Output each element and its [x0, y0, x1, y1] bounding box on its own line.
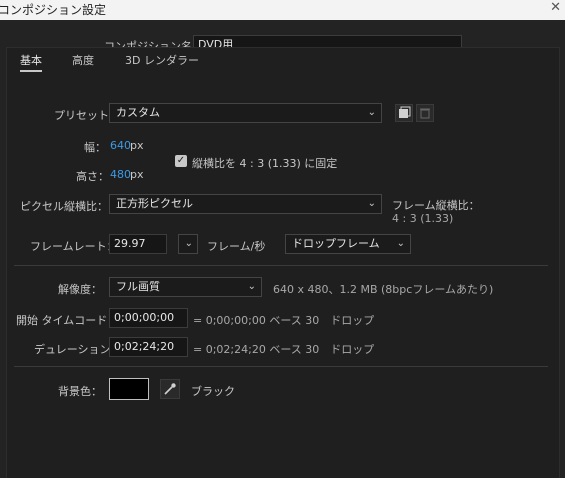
drop-frame-value: ドロップフレーム — [292, 237, 380, 250]
tab-basic[interactable]: 基本 — [20, 52, 42, 72]
frame-aspect-label: フレーム縦横比： — [392, 199, 480, 212]
duration-input[interactable]: 0;02;24;20 — [109, 337, 188, 357]
eyedropper-button[interactable] — [160, 379, 180, 399]
background-color-swatch[interactable] — [109, 378, 149, 400]
save-preset-button[interactable] — [395, 104, 413, 122]
tab-3d-renderer[interactable]: 3D レンダラー — [125, 52, 199, 68]
height-label: 高さ： — [76, 170, 109, 183]
start-timecode-label: 開始 タイムコード： — [16, 314, 119, 327]
trash-icon — [420, 108, 430, 119]
aspect-lock-label: 縦横比を 4 : 3 (1.33) に固定 — [192, 157, 338, 170]
chevron-down-icon: ⌄ — [367, 198, 376, 209]
eyedropper-icon — [164, 383, 176, 395]
pixel-aspect-label: ピクセル縦横比： — [20, 200, 108, 213]
start-timecode-equiv: = 0;00;00;00 ベース 30 ドロップ — [193, 314, 375, 327]
close-icon[interactable]: ✕ — [550, 0, 561, 15]
resolution-value: フル画質 — [116, 280, 160, 293]
drop-frame-dropdown[interactable]: ドロップフレーム ⌄ — [285, 234, 411, 254]
aspect-lock-checkbox[interactable]: ✓ — [175, 155, 187, 167]
pixel-aspect-value: 正方形ピクセル — [116, 197, 193, 210]
frame-rate-presets-dropdown[interactable]: ⌄ — [178, 234, 198, 254]
chevron-down-icon: ⌄ — [247, 281, 256, 292]
width-unit: px — [130, 139, 144, 152]
resolution-dropdown[interactable]: フル画質 ⌄ — [109, 277, 262, 297]
pixel-aspect-dropdown[interactable]: 正方形ピクセル ⌄ — [109, 194, 382, 214]
divider — [14, 366, 548, 367]
chevron-down-icon: ⌄ — [184, 238, 193, 249]
resolution-info: 640 x 480、1.2 MB (8bpcフレームあたり) — [273, 283, 494, 296]
preset-dropdown[interactable]: カスタム ⌄ — [109, 103, 382, 123]
background-color-label: 背景色： — [58, 385, 102, 398]
title-bar: コンポジション設定 ✕ — [0, 0, 565, 20]
frame-rate-input[interactable]: 29.97 — [109, 234, 167, 254]
height-unit: px — [130, 168, 144, 181]
start-timecode-input[interactable]: 0;00;00;00 — [109, 308, 188, 328]
width-label: 幅： — [84, 141, 106, 154]
tab-advanced[interactable]: 高度 — [72, 52, 94, 68]
window-title: コンポジション設定 — [0, 3, 107, 17]
resolution-label: 解像度： — [58, 283, 102, 296]
chevron-down-icon: ⌄ — [396, 238, 405, 249]
duration-equiv: = 0;02;24;20 ベース 30 ドロップ — [193, 343, 375, 356]
frame-rate-unit: フレーム/秒 — [207, 240, 266, 253]
save-preset-icon — [399, 106, 411, 118]
delete-preset-button[interactable] — [416, 104, 434, 122]
chevron-down-icon: ⌄ — [367, 107, 376, 118]
frame-rate-label: フレームレート： — [30, 240, 118, 253]
divider — [14, 265, 548, 266]
frame-aspect-value: 4 : 3 (1.33) — [392, 212, 454, 225]
height-value[interactable]: 480 — [110, 168, 131, 181]
width-value[interactable]: 640 — [110, 139, 131, 152]
preset-value: カスタム — [116, 106, 160, 119]
background-color-name: ブラック — [191, 385, 235, 398]
